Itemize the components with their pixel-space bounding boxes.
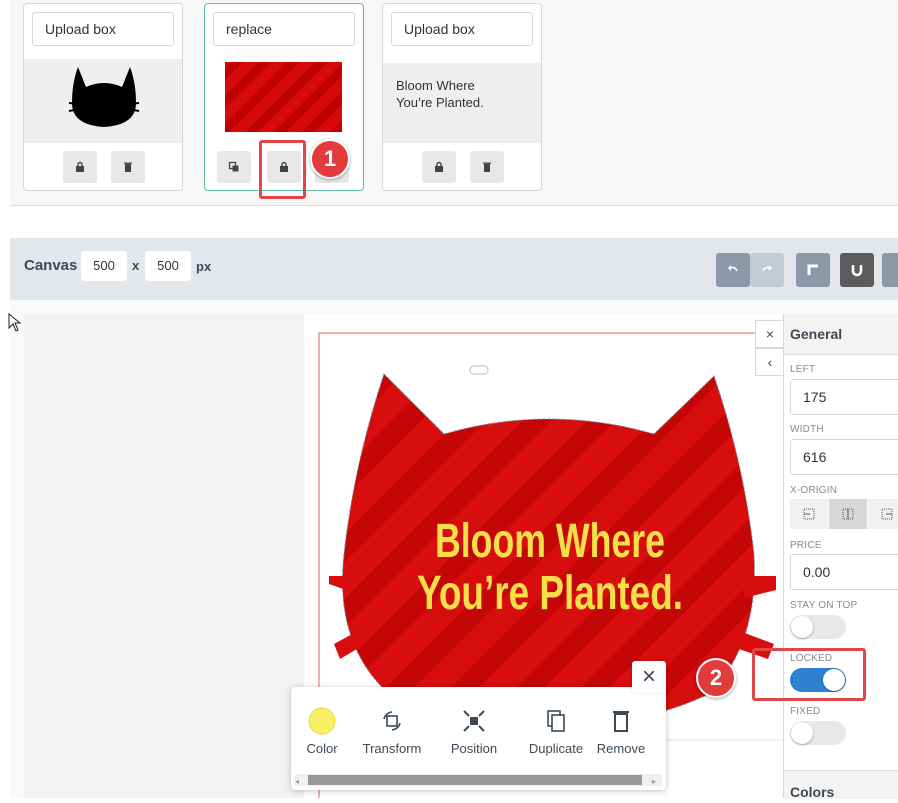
layer-preview: Bloom Where You’re Planted. (383, 63, 541, 143)
canvas-width-input[interactable]: 500 (81, 251, 127, 281)
scrollbar-thumb[interactable] (308, 775, 642, 785)
rotate-handle[interactable] (469, 365, 489, 375)
lock-icon (76, 161, 84, 172)
stay-on-top-label: STAY ON TOP (790, 600, 858, 611)
canvas-toolbar: Canvas 500 x 500 px (10, 238, 898, 300)
price-label: PRICE (790, 540, 822, 551)
snap-magnet-button[interactable] (840, 253, 874, 287)
layer-card-3[interactable]: Upload box Bloom Where You’re Planted. (382, 3, 542, 191)
position-icon (463, 710, 485, 732)
properties-panel: General LEFT 175 WIDTH 616 X-ORIGIN PRIC… (783, 314, 898, 800)
canvas-unit-label: px (196, 259, 212, 274)
preview-line-1: Bloom Where (396, 78, 475, 93)
lock-button[interactable] (63, 151, 97, 183)
scroll-right-arrow[interactable]: ▸ (652, 777, 656, 786)
mouse-cursor-icon (8, 313, 22, 332)
design-text-line-2[interactable]: You’re Planted. (417, 567, 683, 620)
trash-icon (613, 711, 629, 732)
design-text-line-1[interactable]: Bloom Where (435, 515, 665, 568)
align-right-icon (881, 508, 893, 520)
trash-icon (483, 162, 491, 172)
element-action-popup: Color Transform Position Duplicate Remov… (291, 687, 666, 790)
layer-name-input[interactable]: Upload box (32, 12, 174, 46)
width-label: WIDTH (790, 424, 824, 435)
lock-button[interactable] (422, 151, 456, 183)
cat-silhouette-icon (68, 67, 140, 127)
canvas-label: Canvas (24, 257, 78, 274)
scroll-left-arrow[interactable]: ◂ (295, 777, 299, 786)
color-swatch-icon (308, 707, 336, 735)
undo-button[interactable] (716, 253, 750, 287)
delete-button[interactable] (111, 151, 145, 183)
red-pattern-thumbnail (225, 62, 342, 132)
x-origin-right-button[interactable] (868, 499, 898, 529)
duplicate-icon (228, 161, 239, 172)
magnet-icon (851, 265, 863, 277)
work-area-margin (24, 314, 304, 798)
canvas-height-input[interactable]: 500 (145, 251, 191, 281)
undo-icon (728, 265, 738, 272)
layer-card-1[interactable]: Upload box (23, 3, 183, 191)
align-corner-button[interactable] (796, 253, 830, 287)
redo-button[interactable] (750, 253, 784, 287)
x-origin-label: X-ORIGIN (790, 485, 838, 496)
lock-icon (435, 161, 443, 172)
stay-on-top-toggle[interactable] (790, 615, 846, 639)
align-left-icon (803, 508, 815, 520)
color-action-label: Color (306, 741, 338, 756)
align-center-icon (842, 508, 854, 520)
collapse-panel-button[interactable]: ‹ (755, 348, 784, 376)
duplicate-button[interactable] (217, 151, 251, 183)
remove-action-label: Remove (596, 741, 646, 756)
lock-highlight-box (259, 140, 306, 199)
layer-name-input[interactable]: Upload box (391, 12, 533, 46)
layer-name-input[interactable]: replace (213, 12, 355, 46)
color-action[interactable]: Color (303, 707, 341, 756)
transform-action[interactable]: Transform (361, 707, 423, 756)
step-marker-2: 2 (696, 658, 736, 698)
duplicate-action-label: Duplicate (528, 741, 584, 756)
left-label: LEFT (790, 364, 816, 375)
left-input[interactable]: 175 (790, 379, 898, 415)
layer-text-preview: Bloom Where You’re Planted. (396, 77, 484, 111)
fixed-label: FIXED (790, 706, 821, 717)
popup-scrollbar[interactable]: ◂ ▸ (295, 774, 662, 786)
corner-align-icon (807, 264, 818, 275)
x-origin-center-button[interactable] (829, 499, 867, 529)
layer-preview (205, 59, 363, 143)
transform-icon (383, 711, 401, 731)
colors-section-header[interactable]: Colors (784, 770, 898, 800)
duplicate-icon (547, 710, 565, 732)
trash-icon (124, 162, 132, 172)
transform-action-label: Transform (362, 741, 422, 756)
remove-action[interactable]: Remove (583, 707, 659, 756)
position-action-label: Position (450, 741, 498, 756)
panel-title: General (790, 326, 843, 342)
step-marker-1: 1 (310, 139, 350, 179)
position-action[interactable]: Position (449, 707, 499, 756)
close-popup-button[interactable]: × (632, 661, 666, 693)
price-input[interactable]: 0.00 (790, 554, 898, 590)
preview-line-2: You’re Planted. (396, 95, 484, 110)
fixed-toggle[interactable] (790, 721, 846, 745)
canvas-times-label: x (132, 258, 140, 273)
redo-icon (762, 265, 772, 272)
layer-preview (24, 59, 182, 143)
duplicate-action[interactable]: Duplicate (525, 707, 587, 756)
close-panel-button[interactable]: × (755, 320, 784, 348)
x-origin-left-button[interactable] (790, 499, 828, 529)
more-tools-button[interactable] (882, 253, 898, 287)
delete-button[interactable] (470, 151, 504, 183)
x-origin-group (790, 499, 898, 529)
locked-highlight-box (752, 648, 866, 701)
width-input[interactable]: 616 (790, 439, 898, 475)
